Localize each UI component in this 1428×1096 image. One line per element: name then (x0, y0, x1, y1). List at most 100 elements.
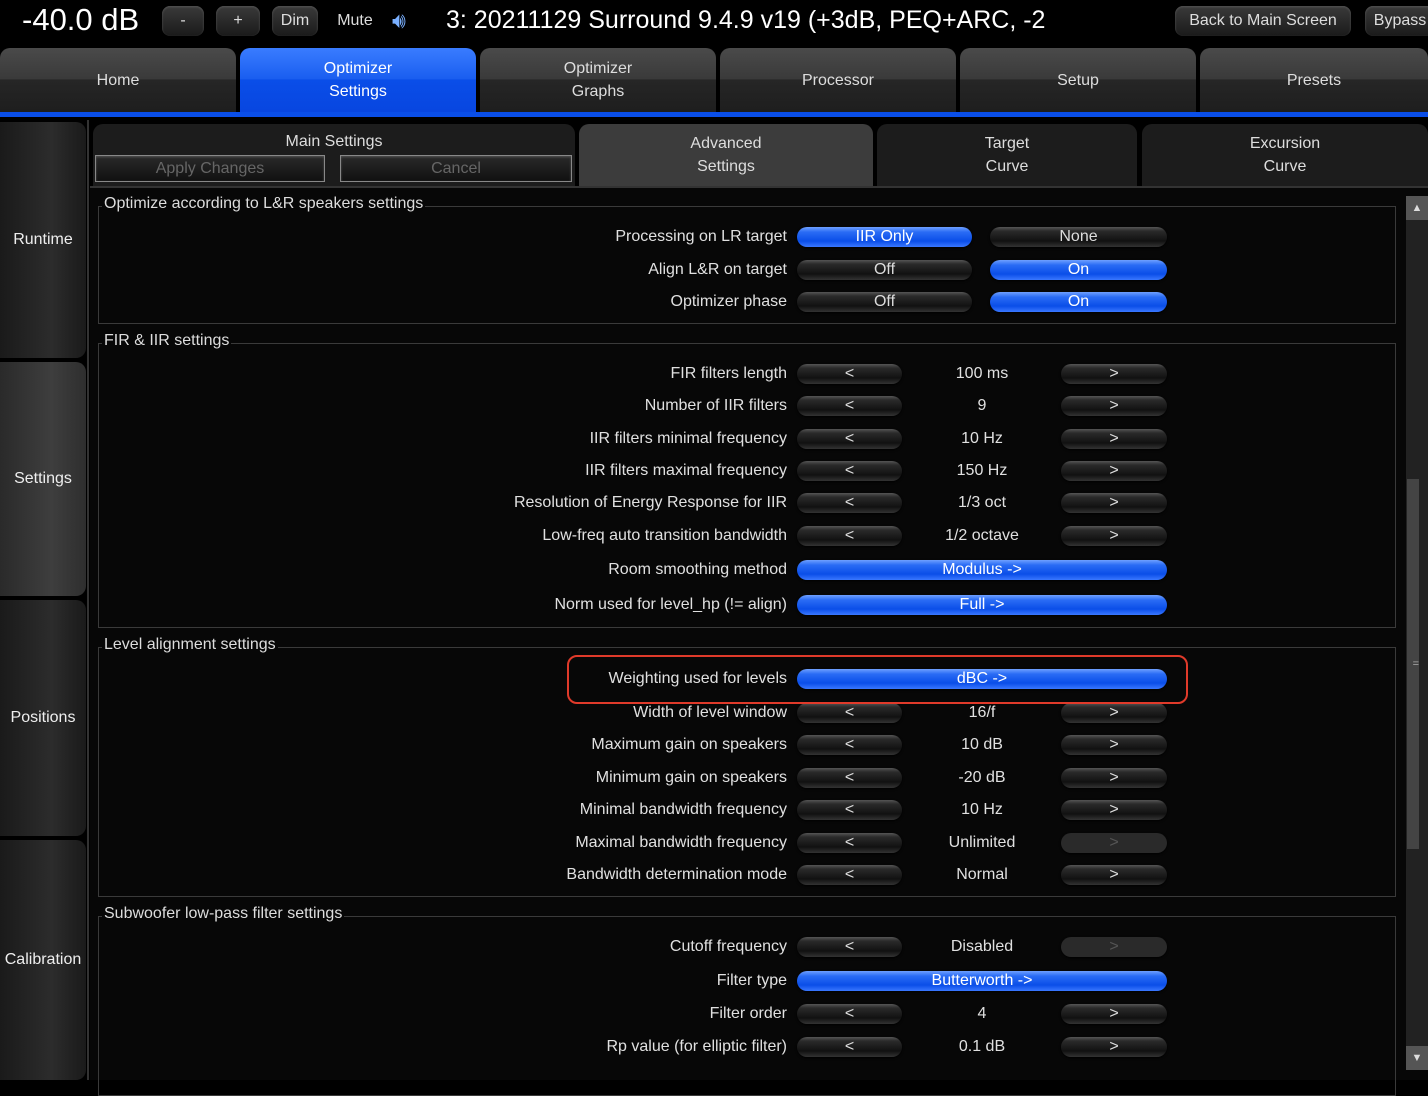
iir-filters-minimal-frequency-next-button[interactable]: > (1061, 429, 1167, 449)
maximum-gain-on-speakers-label: Maximum gain on speakers (591, 736, 787, 753)
maximal-bandwidth-frequency-prev-button[interactable]: < (797, 833, 902, 853)
tab-label: Setup (1057, 71, 1099, 89)
resolution-of-energy-response-for-iir-prev-button[interactable]: < (797, 493, 902, 513)
rp-value-for-elliptic-filter-prev-button[interactable]: < (797, 1037, 902, 1057)
iir-filters-minimal-frequency-prev-button[interactable]: < (797, 429, 902, 449)
cutoff-frequency-label: Cutoff frequency (669, 938, 787, 955)
minimal-bandwidth-frequency-prev-button[interactable]: < (797, 800, 902, 820)
number-of-iir-filters-value: 9 (977, 397, 987, 414)
number-of-iir-filters-next-button[interactable]: > (1061, 396, 1167, 416)
group-box (98, 343, 1396, 628)
subtab-label: Target Curve (984, 135, 1030, 175)
filter-order-next-button[interactable]: > (1061, 1004, 1167, 1024)
width-of-level-window-prev-button[interactable]: < (797, 703, 902, 723)
scroll-up-icon[interactable]: ▲ (1406, 196, 1428, 220)
minimum-gain-on-speakers-next-button[interactable]: > (1061, 768, 1167, 788)
sidebar-item-runtime[interactable]: Runtime (0, 122, 86, 358)
apply-changes-button[interactable]: Apply Changes (95, 155, 325, 182)
mute-button[interactable]: Mute (330, 6, 380, 36)
subtab-target-curve[interactable]: Target Curve (877, 124, 1137, 186)
sidebar-item-label: Calibration (4, 951, 82, 968)
sidebar-item-settings[interactable]: Settings (0, 362, 86, 596)
back-to-main-screen-button[interactable]: Back to Main Screen (1175, 6, 1351, 36)
speaker-volume-icon[interactable]: 🔊︎ (392, 8, 406, 34)
filter-order-prev-button[interactable]: < (797, 1004, 902, 1024)
sidebar-divider (87, 120, 89, 1080)
optimizer-phase-option-b[interactable]: On (990, 292, 1167, 312)
maximum-gain-on-speakers-prev-button[interactable]: < (797, 735, 902, 755)
align-l-r-on-target-option-b[interactable]: On (990, 260, 1167, 280)
tab-processor[interactable]: Processor (720, 48, 956, 112)
maximal-bandwidth-frequency-next-button[interactable]: > (1061, 833, 1167, 853)
bypass-button[interactable]: Bypass (1365, 6, 1428, 36)
optimizer-phase-option-a[interactable]: Off (797, 292, 972, 312)
minimal-bandwidth-frequency-next-button[interactable]: > (1061, 800, 1167, 820)
processing-on-lr-target-option-a[interactable]: IIR Only (797, 227, 972, 247)
preset-title: 3: 20211129 Surround 9.4.9 v19 (+3dB, PE… (446, 6, 1046, 34)
minimum-gain-on-speakers-prev-button[interactable]: < (797, 768, 902, 788)
volume-up-button[interactable]: + (216, 6, 260, 36)
width-of-level-window-next-button[interactable]: > (1061, 703, 1167, 723)
tab-optimizer-graphs[interactable]: Optimizer Graphs (480, 48, 716, 112)
bandwidth-determination-mode-next-button[interactable]: > (1061, 865, 1167, 885)
subtab-label: Advanced Settings (690, 135, 762, 175)
iir-filters-maximal-frequency-prev-button[interactable]: < (797, 461, 902, 481)
minimum-gain-on-speakers-label: Minimum gain on speakers (595, 769, 787, 786)
subtab-excursion-curve[interactable]: Excursion Curve (1142, 124, 1428, 186)
number-of-iir-filters-prev-button[interactable]: < (797, 396, 902, 416)
scroll-down-icon[interactable]: ▼ (1406, 1046, 1428, 1070)
tab-underline (0, 112, 1428, 117)
subtab-label: Main Settings (285, 133, 383, 150)
scrollbar-thumb[interactable]: = (1407, 479, 1419, 849)
tab-home[interactable]: Home (0, 48, 236, 112)
iir-filters-minimal-frequency-label: IIR filters minimal frequency (589, 430, 787, 447)
number-of-iir-filters-label: Number of IIR filters (644, 397, 787, 414)
minimal-bandwidth-frequency-label: Minimal bandwidth frequency (579, 801, 787, 818)
fir-filters-length-prev-button[interactable]: < (797, 364, 902, 384)
filter-order-label: Filter order (709, 1005, 787, 1022)
maximal-bandwidth-frequency-label: Maximal bandwidth frequency (575, 834, 787, 851)
cancel-button[interactable]: Cancel (340, 155, 572, 182)
align-l-r-on-target-option-a[interactable]: Off (797, 260, 972, 280)
width-of-level-window-value: 16/f (968, 704, 996, 721)
low-freq-auto-transition-bandwidth-prev-button[interactable]: < (797, 526, 902, 546)
processing-on-lr-target-option-b[interactable]: None (990, 227, 1167, 247)
tab-presets[interactable]: Presets (1200, 48, 1428, 112)
group-title: Subwoofer low-pass filter settings (102, 905, 345, 923)
tab-label: Home (96, 71, 140, 89)
dim-button[interactable]: Dim (272, 6, 318, 36)
maximal-bandwidth-frequency-value: Unlimited (948, 834, 1016, 851)
processing-on-lr-target-label: Processing on LR target (615, 228, 787, 245)
tab-label: Presets (1286, 71, 1342, 89)
room-smoothing-method-button[interactable]: Modulus -> (797, 560, 1167, 580)
bandwidth-determination-mode-prev-button[interactable]: < (797, 865, 902, 885)
sidebar-item-label: Settings (14, 470, 72, 487)
volume-down-button[interactable]: - (162, 6, 204, 36)
resolution-of-energy-response-for-iir-next-button[interactable]: > (1061, 493, 1167, 513)
norm-used-for-level-hp-align-label: Norm used for level_hp (!= align) (554, 596, 787, 613)
resolution-of-energy-response-for-iir-value: 1/3 oct (957, 494, 1007, 511)
group-title: FIR & IIR settings (102, 332, 232, 350)
filter-type-button[interactable]: Butterworth -> (797, 971, 1167, 991)
cutoff-frequency-prev-button[interactable]: < (797, 937, 902, 957)
maximum-gain-on-speakers-value: 10 dB (961, 736, 1003, 753)
tab-optimizer-settings[interactable]: Optimizer Settings (240, 48, 476, 112)
subtab-advanced-settings[interactable]: Advanced Settings (579, 124, 873, 186)
bandwidth-determination-mode-label: Bandwidth determination mode (566, 866, 787, 883)
low-freq-auto-transition-bandwidth-next-button[interactable]: > (1061, 526, 1167, 546)
cutoff-frequency-next-button[interactable]: > (1061, 937, 1167, 957)
maximum-gain-on-speakers-next-button[interactable]: > (1061, 735, 1167, 755)
bandwidth-determination-mode-value: Normal (956, 866, 1008, 883)
sidebar-item-positions[interactable]: Positions (0, 600, 86, 836)
iir-filters-maximal-frequency-label: IIR filters maximal frequency (585, 462, 787, 479)
rp-value-for-elliptic-filter-next-button[interactable]: > (1061, 1037, 1167, 1057)
fir-filters-length-value: 100 ms (955, 365, 1009, 382)
fir-filters-length-next-button[interactable]: > (1061, 364, 1167, 384)
sidebar-item-calibration[interactable]: Calibration (0, 840, 86, 1080)
minimum-gain-on-speakers-value: -20 dB (958, 769, 1006, 786)
iir-filters-maximal-frequency-next-button[interactable]: > (1061, 461, 1167, 481)
tab-setup[interactable]: Setup (960, 48, 1196, 112)
scrollbar[interactable]: ▲ = ▼ (1406, 196, 1428, 1070)
group-title: Level alignment settings (102, 636, 278, 654)
norm-used-for-level-hp-align-button[interactable]: Full -> (797, 595, 1167, 615)
